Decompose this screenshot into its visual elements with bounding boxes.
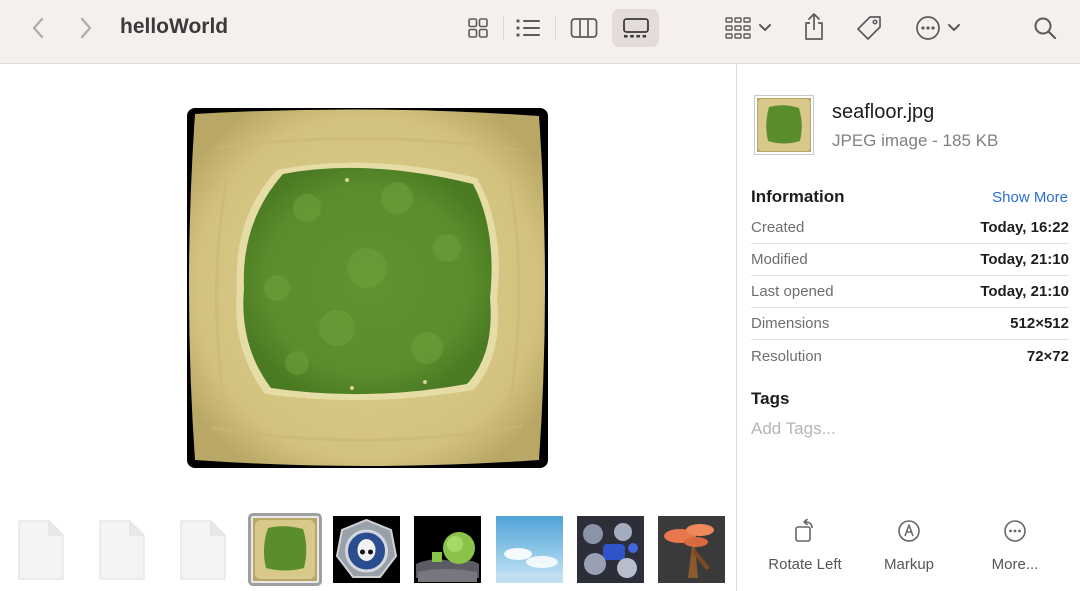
info-value: Today, 21:10 bbox=[980, 283, 1069, 300]
info-value: Today, 16:22 bbox=[980, 219, 1069, 236]
more-actions-button[interactable] bbox=[910, 10, 966, 46]
markup-icon bbox=[898, 520, 920, 542]
back-button[interactable] bbox=[24, 14, 52, 42]
file-name: seafloor.jpg bbox=[832, 101, 935, 123]
chevron-right-icon bbox=[80, 17, 92, 39]
list-icon bbox=[516, 19, 540, 37]
tag-button[interactable] bbox=[852, 10, 886, 46]
info-key: Dimensions bbox=[751, 315, 830, 332]
toolbar: helloWorld bbox=[0, 0, 1080, 64]
more-label: More... bbox=[991, 556, 1039, 573]
share-icon bbox=[805, 13, 823, 40]
file-thumbnail-skull-badge[interactable] bbox=[333, 516, 400, 583]
search-icon bbox=[1034, 17, 1057, 40]
rotate-left-button[interactable]: Rotate Left bbox=[755, 516, 855, 573]
file-thumbnail-green-rock[interactable] bbox=[414, 516, 481, 583]
more-button[interactable]: More... bbox=[965, 516, 1065, 573]
tag-icon bbox=[857, 16, 881, 40]
inspector-panel: seafloor.jpg JPEG image - 185 KB Informa… bbox=[737, 64, 1080, 591]
gallery-icon bbox=[622, 18, 649, 38]
more-icon bbox=[1004, 520, 1026, 542]
info-row-created: Created Today, 16:22 bbox=[751, 212, 1069, 244]
file-thumbnail-coral-tree[interactable] bbox=[658, 516, 725, 583]
markup-label: Markup bbox=[883, 556, 935, 573]
group-by-icon bbox=[725, 17, 751, 39]
file-thumbnail-sky[interactable] bbox=[496, 516, 563, 583]
columns-icon bbox=[570, 18, 598, 38]
tags-heading: Tags bbox=[751, 389, 790, 408]
document-icon bbox=[18, 520, 64, 580]
inspector-file-preview bbox=[754, 95, 814, 155]
markup-button[interactable]: Markup bbox=[859, 516, 959, 573]
file-kind-size: JPEG image - 185 KB bbox=[832, 131, 999, 150]
column-view-button[interactable] bbox=[565, 10, 603, 46]
gallery-view-button[interactable] bbox=[612, 9, 659, 47]
information-heading: Information bbox=[751, 187, 845, 206]
document-icon bbox=[180, 520, 226, 580]
show-more-link[interactable]: Show More bbox=[992, 189, 1068, 206]
file-thumbnail-seafloor-selected[interactable] bbox=[248, 513, 322, 586]
toolbar-separator bbox=[503, 16, 504, 40]
info-key: Modified bbox=[751, 251, 808, 268]
info-row-resolution: Resolution 72×72 bbox=[751, 340, 1069, 372]
window-title: helloWorld bbox=[120, 15, 229, 38]
chevron-down-icon bbox=[759, 24, 771, 31]
info-key: Last opened bbox=[751, 283, 834, 300]
info-key: Resolution bbox=[751, 347, 822, 365]
file-thumbnail-machinery[interactable] bbox=[577, 516, 644, 583]
document-icon bbox=[99, 520, 145, 580]
ellipsis-circle-icon bbox=[916, 16, 940, 40]
rotate-left-label: Rotate Left bbox=[768, 556, 842, 573]
add-tags-field[interactable]: Add Tags... bbox=[751, 419, 836, 439]
list-view-button[interactable] bbox=[510, 10, 546, 46]
forward-button[interactable] bbox=[72, 14, 100, 42]
file-thumbnail-document[interactable] bbox=[16, 519, 66, 581]
info-value: Today, 21:10 bbox=[980, 251, 1069, 268]
chevron-down-icon bbox=[948, 24, 960, 31]
icon-view-button[interactable] bbox=[460, 10, 496, 46]
file-thumbnail-document[interactable] bbox=[178, 519, 228, 581]
group-by-button[interactable] bbox=[720, 10, 776, 46]
info-value: 512×512 bbox=[1010, 315, 1069, 332]
info-row-last-opened: Last opened Today, 21:10 bbox=[751, 276, 1069, 308]
info-value: 72×72 bbox=[1026, 347, 1069, 365]
file-thumbnail-document[interactable] bbox=[97, 519, 147, 581]
rotate-left-icon bbox=[795, 518, 813, 542]
search-button[interactable] bbox=[1028, 11, 1062, 45]
info-key: Created bbox=[751, 219, 805, 236]
chevron-left-icon bbox=[32, 17, 44, 39]
toolbar-separator bbox=[555, 16, 556, 40]
large-image-preview[interactable] bbox=[187, 108, 548, 468]
info-row-modified: Modified Today, 21:10 bbox=[751, 244, 1069, 276]
grid-icon bbox=[468, 18, 488, 38]
share-button[interactable] bbox=[798, 8, 830, 46]
info-row-dimensions: Dimensions 512×512 bbox=[751, 308, 1069, 340]
